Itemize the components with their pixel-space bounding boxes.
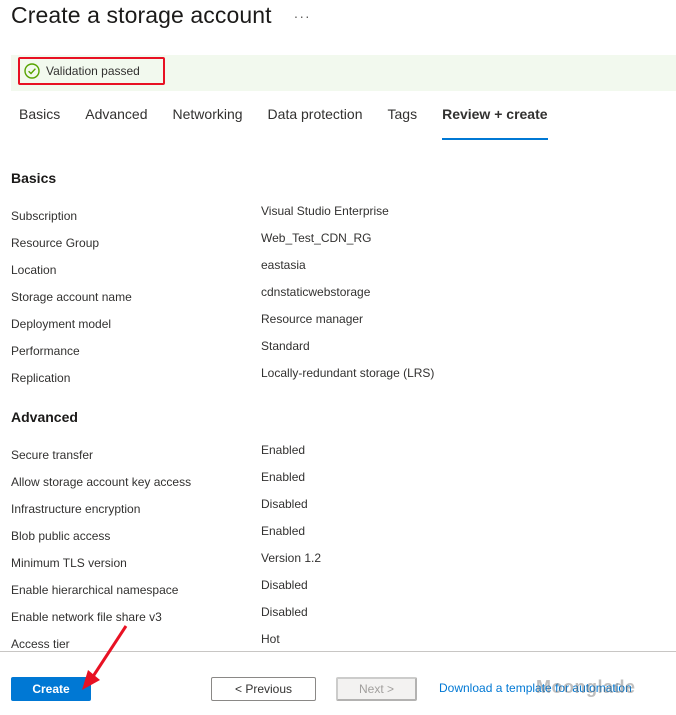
row-value-secure-transfer: Enabled — [261, 443, 306, 457]
row-value-deployment-model: Resource manager — [261, 312, 364, 326]
row-label-blob-public-access: Blob public access — [11, 529, 111, 543]
row-value-resource-group: Web_Test_CDN_RG — [261, 231, 372, 245]
row-label-secure-transfer: Secure transfer — [11, 448, 94, 462]
validation-highlight: Validation passed — [18, 57, 165, 85]
page-title: Create a storage account — [11, 2, 272, 28]
row-value-replication: Locally-redundant storage (LRS) — [261, 366, 435, 380]
tab-label: Data protection — [267, 106, 363, 122]
tab-networking[interactable]: Networking — [173, 104, 243, 134]
row-value-subscription: Visual Studio Enterprise — [261, 204, 389, 218]
row-value-storage-account-name: cdnstaticwebstorage — [261, 285, 371, 299]
row-value-infrastructure-encryption: Disabled — [261, 497, 308, 511]
tab-label: Review + create — [442, 106, 548, 122]
row-value-blob-public-access: Enabled — [261, 524, 306, 538]
row-label-resource-group: Resource Group — [11, 236, 100, 250]
tab-label: Basics — [19, 106, 61, 122]
tab-bar: Basics Advanced Networking Data protecti… — [11, 104, 573, 140]
validation-text: Validation passed — [46, 64, 140, 78]
next-button[interactable]: Next > — [336, 677, 417, 701]
row-label-nfs-v3: Enable network file share v3 — [11, 610, 162, 624]
tab-advanced[interactable]: Advanced — [85, 104, 147, 134]
row-label-deployment-model: Deployment model — [11, 317, 112, 331]
tab-label: Networking — [172, 106, 243, 122]
tab-label: Advanced — [85, 106, 148, 122]
row-label-storage-account-name: Storage account name — [11, 290, 132, 304]
row-value-key-access: Enabled — [261, 470, 306, 484]
section-title-advanced: Advanced — [11, 409, 78, 425]
title-bar: Create a storage account ··· — [11, 2, 311, 29]
row-value-min-tls: Version 1.2 — [261, 551, 322, 565]
row-label-infrastructure-encryption: Infrastructure encryption — [11, 502, 141, 516]
row-value-access-tier: Hot — [261, 632, 280, 646]
watermark: Moonglade — [536, 677, 636, 697]
tab-tags[interactable]: Tags — [388, 104, 418, 134]
row-label-location: Location — [11, 263, 57, 277]
red-arrow-annotation — [82, 625, 128, 690]
row-value-location: eastasia — [261, 258, 306, 272]
more-options-button[interactable]: ··· — [294, 8, 311, 24]
validation-banner: Validation passed — [11, 55, 676, 91]
check-circle-icon — [24, 63, 40, 79]
tab-label: Tags — [387, 106, 418, 122]
tab-review-create[interactable]: Review + create — [442, 104, 549, 140]
row-label-replication: Replication — [11, 371, 71, 385]
row-value-hierarchical-namespace: Disabled — [261, 578, 308, 592]
tab-basics[interactable]: Basics — [11, 104, 60, 134]
row-label-key-access: Allow storage account key access — [11, 475, 192, 489]
row-value-nfs-v3: Disabled — [261, 605, 308, 619]
section-title-basics: Basics — [11, 170, 57, 186]
row-label-hierarchical-namespace: Enable hierarchical namespace — [11, 583, 179, 597]
row-label-min-tls: Minimum TLS version — [11, 556, 127, 570]
tab-data-protection[interactable]: Data protection — [268, 104, 363, 134]
previous-button[interactable]: < Previous — [211, 677, 316, 701]
row-label-access-tier: Access tier — [11, 637, 70, 651]
row-label-performance: Performance — [11, 344, 80, 358]
row-label-subscription: Subscription — [11, 209, 78, 223]
row-value-performance: Standard — [261, 339, 310, 353]
